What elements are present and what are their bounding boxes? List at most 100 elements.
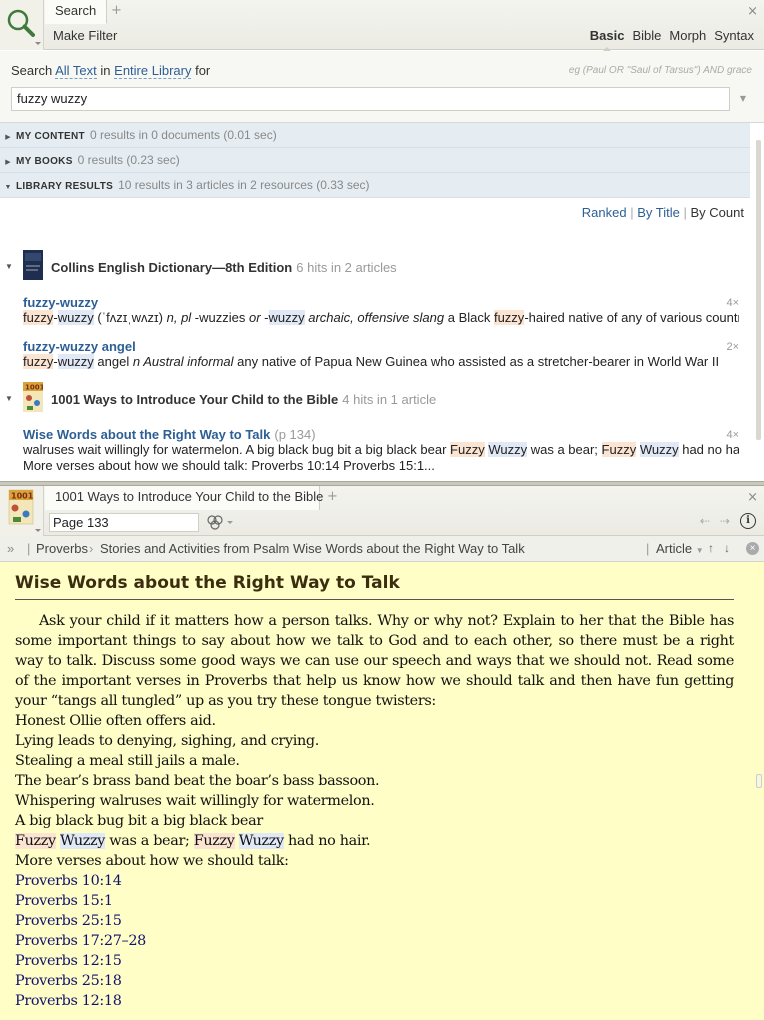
resource-header[interactable]: ▼ 1001 1001 Ways to Introduce Your Child… [0,382,750,414]
hit-title-text[interactable]: Wise Words about the Right Way to Talk [23,427,270,442]
search-hit[interactable]: fuzzy-wuzzy 4× fuzzy-wuzzy (ˈfʌzɪˌwʌzɪ) … [23,295,739,326]
search-hit[interactable]: fuzzy-wuzzy angel 2× fuzzy-wuzzy angel n… [23,339,739,370]
close-panel-icon[interactable]: × [747,490,758,505]
mode-basic[interactable]: Basic [590,28,624,52]
book-panel-menu[interactable]: 1001 [0,486,44,536]
search-highlight: Wuzzy [60,833,106,849]
mode-syntax[interactable]: Syntax [714,28,754,43]
snippet-text: was a bear; [527,442,602,457]
hit-highlight: fuzzy [493,310,525,325]
expand-triangle-icon[interactable]: ▶ [0,150,16,175]
search-input[interactable]: fuzzy wuzzy [11,87,730,111]
book-cover-icon: 1001 [23,382,43,412]
next-article-icon[interactable]: ↓ [724,536,730,561]
chevron-down-icon: ▼ [695,546,704,555]
sort-by-count[interactable]: By Count [691,205,744,220]
book-cover-icon: 1001 [8,489,41,532]
mode-bible[interactable]: Bible [632,28,661,43]
section-summary: 0 results (0.23 sec) [77,153,180,167]
tongue-twister-line: Lying leads to denying, sighing, and cry… [15,733,319,749]
library-scope-dropdown[interactable]: Entire Library [114,63,192,79]
verse-reference-link[interactable]: Proverbs 12:15 [15,951,734,971]
results-scrollbar[interactable] [756,140,761,440]
tongue-twister-line: Stealing a meal still jails a male. [15,753,240,769]
breadcrumb-item[interactable]: Proverbs [36,536,88,561]
history-dropdown-icon[interactable]: ▼ [740,94,746,103]
hit-snippet-line: More verses about how we should talk: Pr… [23,458,435,473]
hit-title[interactable]: fuzzy-wuzzy [23,295,739,310]
cover-number: 1001 [11,492,34,501]
collapse-triangle-icon[interactable]: ▼ [5,262,13,271]
reading-scrollbar-thumb[interactable] [756,774,762,788]
resource-title-text[interactable]: 1001 Ways to Introduce Your Child to the… [51,392,338,407]
verse-reference-link[interactable]: Proverbs 10:14 [15,871,734,891]
breadcrumb-separator: › [89,541,94,556]
mode-morph[interactable]: Morph [669,28,706,43]
forward-arrow-icon[interactable]: ⇢ [720,514,730,528]
back-arrow-icon[interactable]: ⇠ [700,514,710,528]
sort-by-title[interactable]: By Title [637,205,680,220]
search-hit[interactable]: Wise Words about the Right Way to Talk (p… [23,427,739,474]
verse-reference-link[interactable]: Proverbs 15:1 [15,891,734,911]
breadcrumb-expand-icon[interactable]: » [7,536,14,561]
tab-search[interactable]: Search [45,0,107,24]
snippet-text: walruses wait willingly for watermelon. … [23,442,451,457]
search-example-hint: eg (Paul OR "Saul of Tarsus") AND grace [568,65,752,76]
verse-reference-link[interactable]: Proverbs 12:18 [15,991,734,1011]
resource-header[interactable]: ▼ Collins English Dictionary—8th Edition… [0,250,750,282]
resource-hit-count: 6 hits in 2 articles [296,260,397,275]
collapse-triangle-icon[interactable]: ▼ [0,175,16,200]
search-highlight: Fuzzy [15,833,56,849]
snippet-text: had no hair. [682,442,739,457]
breadcrumb-item[interactable]: Stories and Activities from Psalm [100,536,289,561]
search-prefix: Search [11,63,53,78]
verse-reference-link[interactable]: Proverbs 25:15 [15,911,734,931]
article-dropdown[interactable]: Article ▼ [656,536,704,563]
article-label: Article [656,541,693,556]
verse-reference-link[interactable]: Proverbs 25:18 [15,971,734,991]
breadcrumb-separator: › [282,541,287,556]
hit-highlight: wuzzy [57,354,94,369]
add-tab-icon[interactable]: + [327,489,338,504]
hit-title[interactable]: Wise Words about the Right Way to Talk (p… [23,427,739,442]
hit-title[interactable]: fuzzy-wuzzy angel [23,339,739,354]
section-my-content[interactable]: ▶ MY CONTENT 0 results in 0 documents (0.0… [0,123,750,148]
close-breadcrumb-icon[interactable]: × [746,542,759,555]
add-tab-icon[interactable]: + [111,3,122,18]
section-my-books[interactable]: ▶ MY BOOKS 0 results (0.23 sec) [0,148,750,173]
sort-ranked[interactable]: Ranked [582,205,627,220]
resource-title-text[interactable]: Collins English Dictionary—8th Edition [51,260,292,275]
book-cover-icon [23,250,43,280]
text-scope-dropdown[interactable]: All Text [55,63,97,79]
section-summary: 10 results in 3 articles in 2 resources … [118,178,370,192]
article-content: Wise Words about the Right Way to Talk A… [0,563,764,1020]
snippet-text: -wuzzies [191,310,249,325]
reference-input[interactable]: Page 133 [49,513,199,532]
search-panel-menu[interactable] [0,0,44,50]
hit-snippet: fuzzy-wuzzy (ˈfʌzɪˌwʌzɪ) n, pl -wuzzies … [23,310,739,326]
resource-title[interactable]: Collins English Dictionary—8th Edition 6 … [51,260,397,275]
line-text: was a bear; [105,833,194,849]
article-title: Wise Words about the Right Way to Talk [15,573,734,600]
previous-article-icon[interactable]: ↑ [708,536,714,561]
tongue-twister-line: The bear’s brass band beat the boar’s ba… [15,773,380,789]
more-verses-line: More verses about how we should talk: [15,853,289,869]
collapse-triangle-icon[interactable]: ▼ [5,394,13,403]
snippet-text: - [260,310,269,325]
close-panel-icon[interactable]: × [747,4,758,19]
snippet-text: a Black [444,310,494,325]
breadcrumb-item[interactable]: Wise Words about the Right Way to Talk [293,536,525,561]
search-tabbar: Search + × Make Filter Basic Bible Morph… [0,0,764,52]
make-filter-link[interactable]: Make Filter [53,28,117,43]
article-paragraph: Ask your child if it matters how a perso… [15,613,734,709]
sort-options: Ranked | By Title | By Count [582,205,744,220]
tab-book[interactable]: 1001 Ways to Introduce Your Child to the… [45,486,323,510]
expand-triangle-icon[interactable]: ▶ [0,125,16,150]
in-label: in [100,63,111,78]
search-panel: Search + × Make Filter Basic Bible Morph… [0,0,764,484]
verse-reference-link[interactable]: Proverbs 17:27–28 [15,931,734,951]
section-library-results[interactable]: ▼ LIBRARY RESULTS 10 results in 3 articles… [0,173,750,198]
info-icon[interactable]: i [740,513,756,529]
visual-filters-icon[interactable] [206,514,236,532]
resource-title[interactable]: 1001 Ways to Introduce Your Child to the… [51,392,436,407]
